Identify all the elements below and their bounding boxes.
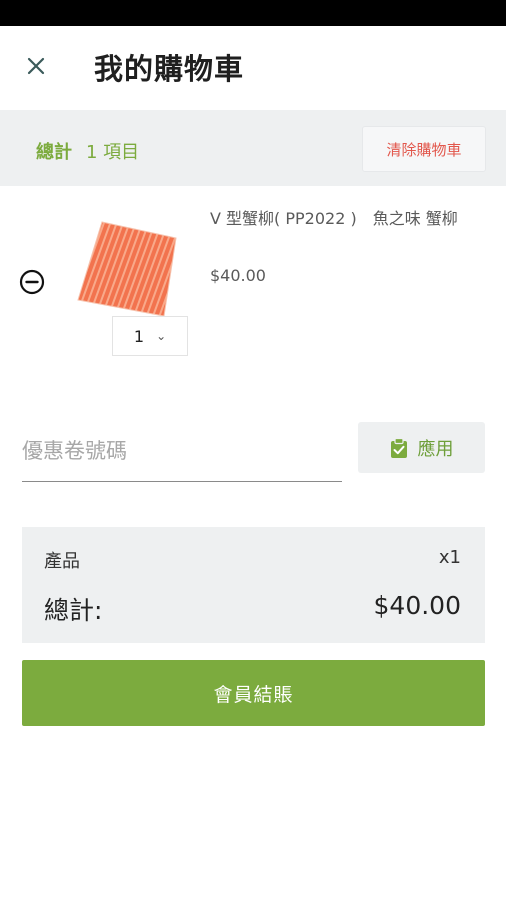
page-title: 我的購物車 xyxy=(94,52,245,86)
clear-cart-button[interactable]: 清除購物車 xyxy=(362,126,486,172)
app-bar: 我的購物車 xyxy=(0,26,506,110)
remove-item-button[interactable] xyxy=(18,268,46,296)
product-image[interactable] xyxy=(72,220,182,320)
coupon-code-input[interactable] xyxy=(22,420,342,482)
product-price: $40.00 xyxy=(210,266,266,285)
grand-total-value: $40.00 xyxy=(373,591,461,620)
grand-total-label: 總計: xyxy=(44,596,103,625)
products-quantity: x1 xyxy=(438,547,461,568)
minus-circle-icon xyxy=(19,269,45,295)
order-totals: 產品 x1 總計: $40.00 xyxy=(22,527,485,643)
cart-summary-bar: 總計 1 項目 清除購物車 xyxy=(0,110,506,186)
summary-total-label: 總計 xyxy=(36,142,72,163)
apply-label: 應用 xyxy=(417,438,454,460)
summary-item-count: 1 項目 xyxy=(86,142,140,163)
quantity-value: 1 xyxy=(133,326,145,346)
status-bar xyxy=(0,0,506,26)
close-button[interactable] xyxy=(18,48,54,84)
apply-coupon-button[interactable]: 應用 xyxy=(358,422,485,473)
clipboard-check-icon xyxy=(390,437,407,458)
close-icon xyxy=(27,57,45,75)
cart-item: 1 ⌄ V 型蟹柳( PP2022 ) 魚之味 蟹柳 $40.00 xyxy=(0,186,506,372)
chevron-down-icon: ⌄ xyxy=(156,329,167,343)
product-name[interactable]: V 型蟹柳( PP2022 ) 魚之味 蟹柳 xyxy=(210,206,482,231)
member-checkout-button[interactable]: 會員結賬 xyxy=(22,660,485,726)
quantity-select[interactable]: 1 ⌄ xyxy=(112,316,188,356)
products-label: 產品 xyxy=(44,551,80,572)
